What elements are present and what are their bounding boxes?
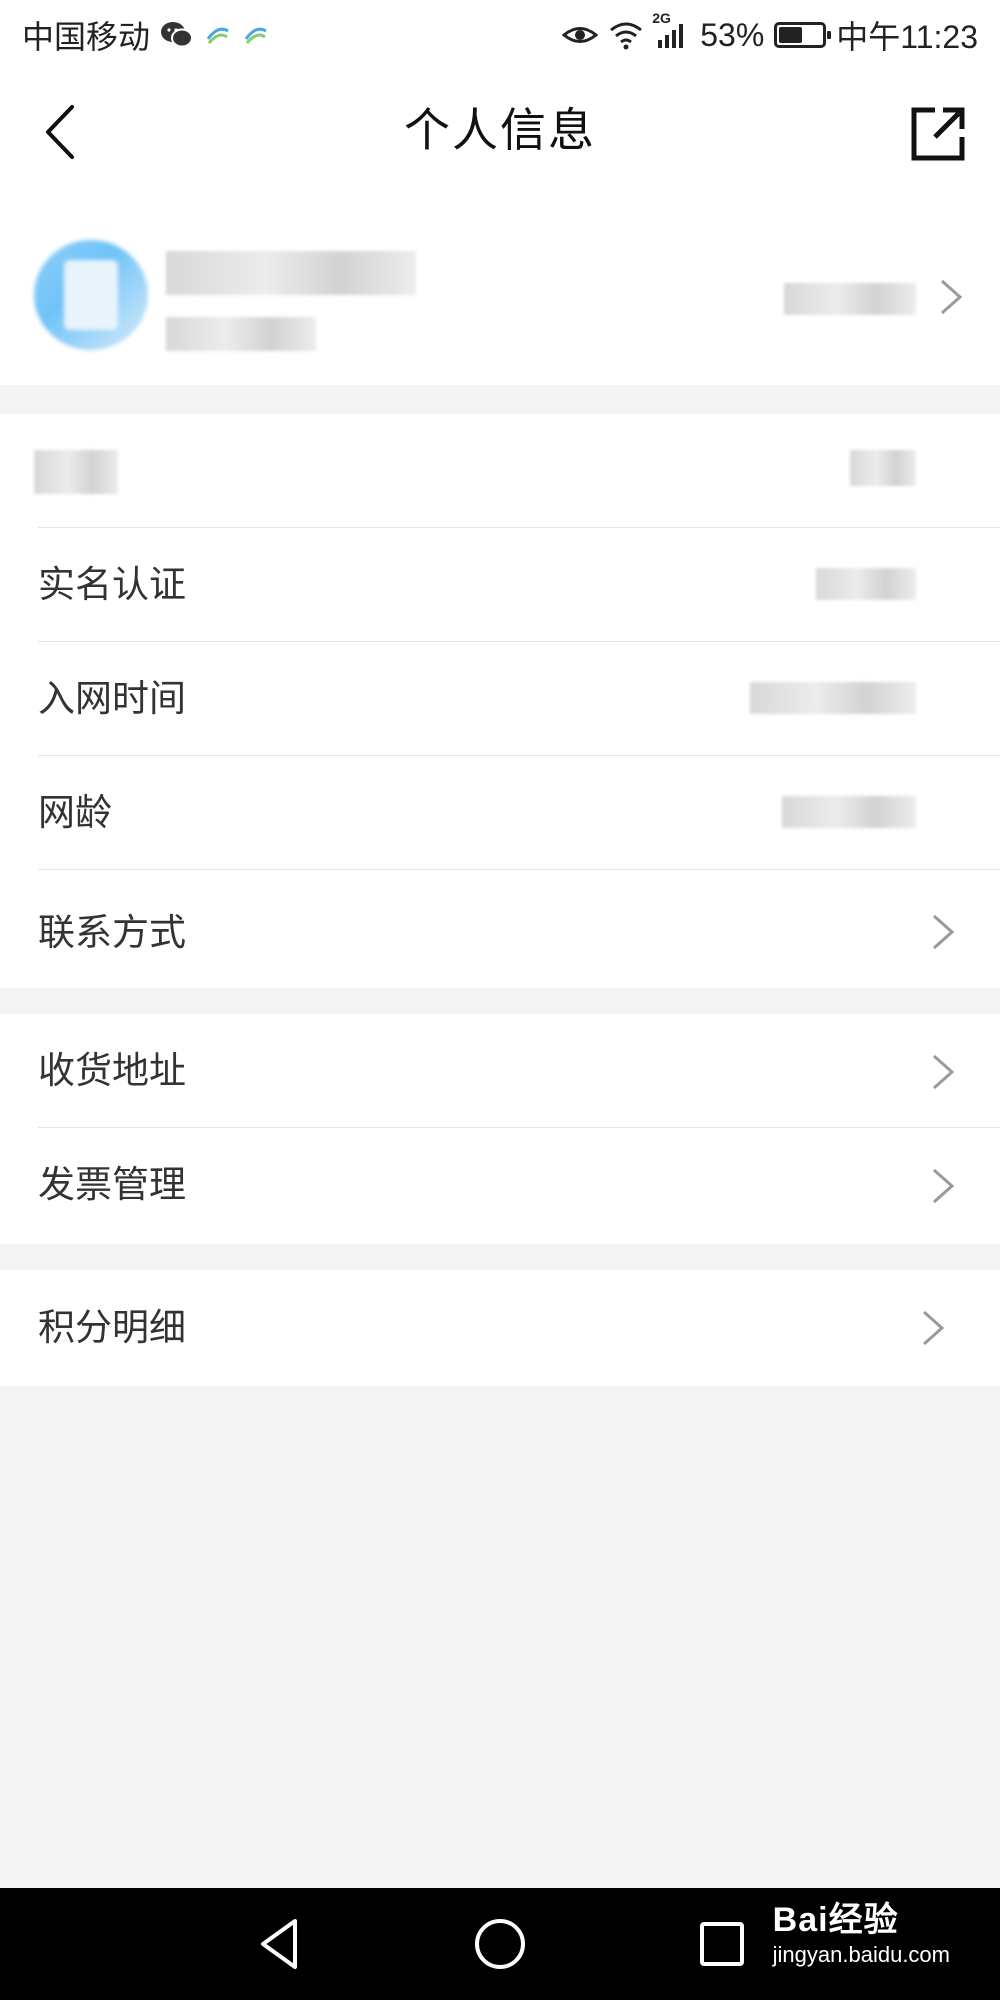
chevron-right-icon [933,1054,955,1090]
wechat-icon [160,20,194,50]
carrier-name: 中国移动 [22,19,151,55]
status-bar-right: 2G 53% 中午11:23 [562,10,978,58]
address-invoice-section: 收货地址 发票管理 [0,1014,1000,1244]
profile-value-blurred [784,283,916,315]
eye-comfort-icon [562,22,599,48]
share-external-icon [911,107,965,161]
network-type: 2G [652,10,671,26]
nav-home-button[interactable] [470,1914,530,1974]
wifi-icon [608,20,644,50]
signal-icon: 2G [652,10,690,50]
watermark-sub: jingyan.baidu.com [772,1942,950,1967]
clock: 中午11:23 [836,19,978,55]
row-label: 实名认证 [38,564,186,605]
square-recents-icon [700,1922,744,1966]
row-value-blurred [850,450,916,486]
row-label: 入网时间 [38,678,186,719]
nav-recents-button[interactable] [692,1914,752,1974]
status-bar-left: 中国移动 [22,12,270,58]
china-mobile-logo-icon [242,21,270,49]
row-label: 联系方式 [38,912,186,953]
status-bar: 中国移动 2G 53% 中午11:23 [0,0,1000,70]
avatar [34,240,148,350]
circle-home-icon [475,1919,525,1969]
list-item-invoice-management[interactable]: 发票管理 [0,1128,1000,1244]
row-value-blurred [750,682,916,714]
profile-card[interactable] [0,195,1000,385]
battery-percent: 53% [700,16,765,53]
list-item-blurred [0,414,1000,528]
chevron-right-icon [933,1168,955,1204]
list-item-network-age: 网龄 [0,756,1000,870]
row-label: 发票管理 [38,1164,186,1205]
list-item-network-date: 入网时间 [0,642,1000,756]
points-section: 积分明细 [0,1270,1000,1386]
account-info-section: 实名认证 入网时间 网龄 联系方式 [0,414,1000,988]
battery-fill [779,27,802,43]
row-value-blurred [782,796,916,828]
chevron-right-icon [923,1310,945,1346]
chevron-right-icon [941,279,963,315]
row-label: 网龄 [38,792,112,833]
profile-name-blurred [166,251,416,295]
triangle-back-icon [261,1919,297,1969]
list-item-shipping-address[interactable]: 收货地址 [0,1014,1000,1128]
profile-subtitle-blurred [166,317,316,351]
list-item-contact[interactable]: 联系方式 [0,870,1000,988]
battery-icon [774,22,832,48]
chevron-right-icon [933,914,955,950]
app-header: 个人信息 [0,70,1000,195]
share-button[interactable] [906,102,970,166]
list-item-real-name: 实名认证 [0,528,1000,642]
page-title: 个人信息 [404,104,596,156]
row-label: 积分明细 [38,1307,186,1348]
row-value-blurred [816,568,916,600]
row-label-blurred [34,450,118,494]
watermark: Bai经验 jingyan.baidu.com [773,1898,950,1968]
nav-back-button[interactable] [250,1914,310,1974]
watermark-main: Bai经验 [772,1901,899,1939]
system-nav-bar: Bai经验 jingyan.baidu.com [0,1888,1000,2000]
row-label: 收货地址 [38,1050,186,1091]
list-item-points-details[interactable]: 积分明细 [0,1270,1000,1386]
china-mobile-logo-icon [204,21,232,49]
